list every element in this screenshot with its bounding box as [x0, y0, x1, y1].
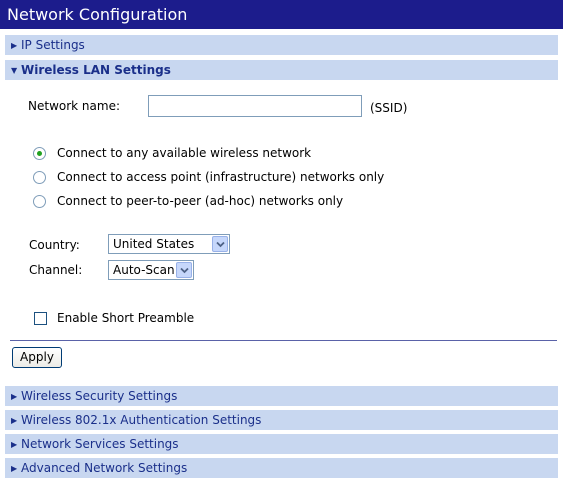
- radio-any-network[interactable]: [33, 147, 46, 160]
- radio-adhoc-label: Connect to peer-to-peer (ad-hoc) network…: [57, 194, 344, 208]
- section-wireless-security-settings[interactable]: ▶ Wireless Security Settings: [5, 386, 558, 406]
- country-label: Country:: [29, 238, 80, 252]
- channel-label: Channel:: [29, 263, 83, 277]
- country-select-value: United States: [113, 237, 195, 251]
- chevron-down-icon[interactable]: [212, 236, 228, 252]
- triangle-right-icon: ▶: [11, 440, 18, 449]
- apply-button[interactable]: Apply: [12, 347, 62, 368]
- section-wireless-8021x-settings[interactable]: ▶ Wireless 802.1x Authentication Settings: [5, 410, 558, 430]
- section-advanced-network-settings[interactable]: ▶ Advanced Network Settings: [5, 458, 558, 478]
- section-wireless-lan-settings[interactable]: ▼ Wireless LAN Settings: [5, 60, 558, 80]
- country-select[interactable]: United States: [108, 234, 230, 254]
- radio-infrastructure-label: Connect to access point (infrastructure)…: [57, 170, 385, 184]
- network-name-label: Network name:: [28, 99, 120, 113]
- section-ip-settings-label: IP Settings: [21, 38, 85, 52]
- triangle-right-icon: ▶: [11, 464, 18, 473]
- section-wireless-lan-settings-label: Wireless LAN Settings: [21, 63, 171, 77]
- ssid-suffix-label: (SSID): [370, 101, 408, 115]
- radio-adhoc[interactable]: [33, 195, 46, 208]
- triangle-right-icon: ▶: [11, 41, 18, 50]
- radio-infrastructure[interactable]: [33, 171, 46, 184]
- section-advanced-network-settings-label: Advanced Network Settings: [21, 461, 188, 475]
- section-network-services-settings[interactable]: ▶ Network Services Settings: [5, 434, 558, 454]
- radio-any-network-label: Connect to any available wireless networ…: [57, 146, 312, 160]
- short-preamble-label: Enable Short Preamble: [57, 311, 195, 325]
- chevron-down-icon[interactable]: [176, 262, 192, 278]
- short-preamble-checkbox[interactable]: [34, 312, 47, 325]
- section-ip-settings[interactable]: ▶ IP Settings: [5, 35, 558, 55]
- triangle-right-icon: ▶: [11, 416, 18, 425]
- section-wireless-security-settings-label: Wireless Security Settings: [21, 389, 178, 403]
- channel-select-value: Auto-Scan: [113, 263, 175, 277]
- channel-select[interactable]: Auto-Scan: [108, 260, 194, 280]
- triangle-down-icon: ▼: [11, 66, 18, 75]
- page-title: Network Configuration: [0, 0, 563, 29]
- triangle-right-icon: ▶: [11, 392, 18, 401]
- network-name-input[interactable]: [148, 95, 362, 117]
- section-wireless-8021x-settings-label: Wireless 802.1x Authentication Settings: [21, 413, 262, 427]
- section-network-services-settings-label: Network Services Settings: [21, 437, 179, 451]
- divider: [10, 340, 557, 341]
